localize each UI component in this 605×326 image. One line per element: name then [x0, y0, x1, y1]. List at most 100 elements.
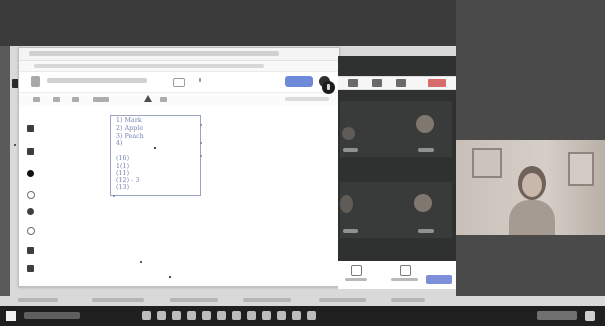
taskbar-app-icon-7[interactable]: [232, 311, 241, 320]
meeting-top-strip: [338, 76, 456, 90]
participant-avatar: [414, 194, 432, 212]
chat-label: [391, 278, 418, 281]
taskbar-app-icon-10[interactable]: [277, 311, 286, 320]
handwritten-list-selection[interactable]: 1) Mark 2) Apple 3) Peach 4) (16) 1(1) (…: [110, 115, 202, 197]
triangle-icon[interactable]: [144, 95, 152, 102]
selection-handle-bottom-left[interactable]: [113, 195, 115, 197]
eraser-icon[interactable]: [27, 148, 34, 155]
participant-name-label: [343, 229, 358, 233]
participant-avatar: [416, 115, 434, 133]
meeting-action-button[interactable]: [426, 275, 452, 284]
whiteboard-canvas[interactable]: 1) Mark 2) Apple 3) Peach 4) (16) 1(1) (…: [41, 106, 339, 284]
taskbar-app-icon-3[interactable]: [172, 311, 181, 320]
toolbar-right-text: [285, 97, 329, 101]
browser-tab-row: [12, 296, 452, 306]
canvas-stray-dot: [169, 276, 171, 278]
taskbar-app-icon-4[interactable]: [187, 311, 196, 320]
frame-icon[interactable]: [173, 78, 185, 87]
taskbar-app-icon-11[interactable]: [292, 311, 301, 320]
handwriting-line-1: 1) Mark: [116, 117, 142, 124]
left-tool-palette: [19, 106, 41, 284]
meeting-active-indicator[interactable]: [428, 79, 446, 87]
handwriting-line-6: (16): [116, 155, 130, 162]
taskbar-search-box[interactable]: [24, 312, 80, 319]
address-bar[interactable]: [19, 61, 339, 72]
browser-titlebar: [19, 48, 339, 85]
participant-name-label: [418, 148, 434, 152]
participant-tile-1[interactable]: [340, 101, 396, 157]
browser-title-text: [29, 51, 279, 56]
meeting-controls-bar: [338, 261, 456, 289]
desktop-dot-2: [140, 261, 142, 263]
wall-frame-right: [568, 152, 594, 186]
share-button[interactable]: [285, 76, 313, 87]
people-icon[interactable]: [351, 265, 362, 276]
address-url-text: [34, 64, 264, 68]
taskbar-app-icon-8[interactable]: [247, 311, 256, 320]
selection-handle-lower-right[interactable]: [200, 155, 202, 157]
undo-icon[interactable]: [33, 97, 40, 102]
selection-handle-mid-right[interactable]: [200, 142, 202, 144]
participant-tile-2[interactable]: [396, 101, 452, 157]
pen-icon[interactable]: [27, 125, 34, 132]
zoom-icon[interactable]: [72, 97, 79, 102]
participant-face: [522, 173, 542, 197]
tab-3[interactable]: [170, 298, 218, 302]
taskbar-app-icon-6[interactable]: [217, 311, 226, 320]
window-controls: [307, 51, 333, 85]
participant-avatar: [340, 195, 353, 213]
tab-2[interactable]: [92, 298, 144, 302]
meeting-panel: [338, 56, 456, 289]
editing-toolbar: [19, 93, 339, 107]
participant-body: [509, 200, 555, 235]
text-box-icon[interactable]: [27, 247, 34, 254]
settings-icon[interactable]: [160, 97, 167, 102]
participant-tile-4[interactable]: [396, 182, 452, 238]
redo-icon[interactable]: [53, 97, 60, 102]
tab-4[interactable]: [243, 298, 291, 302]
participant-avatar: [342, 127, 355, 140]
select-icon[interactable]: [27, 170, 34, 177]
selection-handle-top-right[interactable]: [200, 124, 202, 126]
notification-icon[interactable]: [585, 311, 595, 321]
participant-video-thumbnail[interactable]: [456, 140, 605, 235]
chat-icon[interactable]: [400, 265, 411, 276]
document-header: [19, 72, 339, 93]
format-icon[interactable]: [93, 97, 109, 102]
meeting-strip-icon-2[interactable]: [372, 79, 382, 87]
people-label: [345, 278, 367, 281]
participant-tile-3[interactable]: [340, 182, 396, 238]
taskbar-app-icon-2[interactable]: [157, 311, 166, 320]
desktop-left-edge: [0, 46, 10, 296]
tab-5[interactable]: [319, 298, 366, 302]
participant-name-label: [343, 148, 358, 152]
handwriting-line-2: 2) Apple: [116, 125, 144, 132]
floating-pointer-icon[interactable]: [322, 81, 335, 94]
sticky-note-icon[interactable]: [27, 191, 35, 199]
tab-6[interactable]: [391, 298, 425, 302]
taskbar-app-icon-12[interactable]: [307, 311, 316, 320]
taskbar-app-icon-5[interactable]: [202, 311, 211, 320]
browser-window: 1) Mark 2) Apple 3) Peach 4) (16) 1(1) (…: [18, 47, 340, 287]
wall-frame-left: [472, 148, 502, 178]
handwriting-line-4: 4): [116, 140, 123, 147]
participant-name-label: [418, 229, 434, 233]
handwriting-line-10: (13): [116, 184, 130, 191]
meeting-strip-icon-1[interactable]: [348, 79, 358, 87]
image-icon[interactable]: [27, 208, 34, 215]
taskbar-app-icon-9[interactable]: [262, 311, 271, 320]
meeting-strip-icon-3[interactable]: [396, 79, 406, 87]
document-title[interactable]: [47, 78, 147, 83]
video-side-panel: [456, 0, 605, 296]
jamboard-icon[interactable]: [31, 76, 40, 87]
start-icon[interactable]: [6, 311, 16, 321]
laser-icon[interactable]: [27, 265, 34, 272]
system-clock[interactable]: [537, 311, 577, 320]
next-frame-icon[interactable]: [199, 78, 203, 82]
canvas-cursor-dot: [154, 147, 156, 149]
taskbar-app-icon-1[interactable]: [142, 311, 151, 320]
circle-icon[interactable]: [27, 227, 35, 235]
tab-1[interactable]: [18, 298, 58, 302]
desktop-dot-1: [14, 144, 16, 146]
participant-person: [506, 160, 558, 235]
